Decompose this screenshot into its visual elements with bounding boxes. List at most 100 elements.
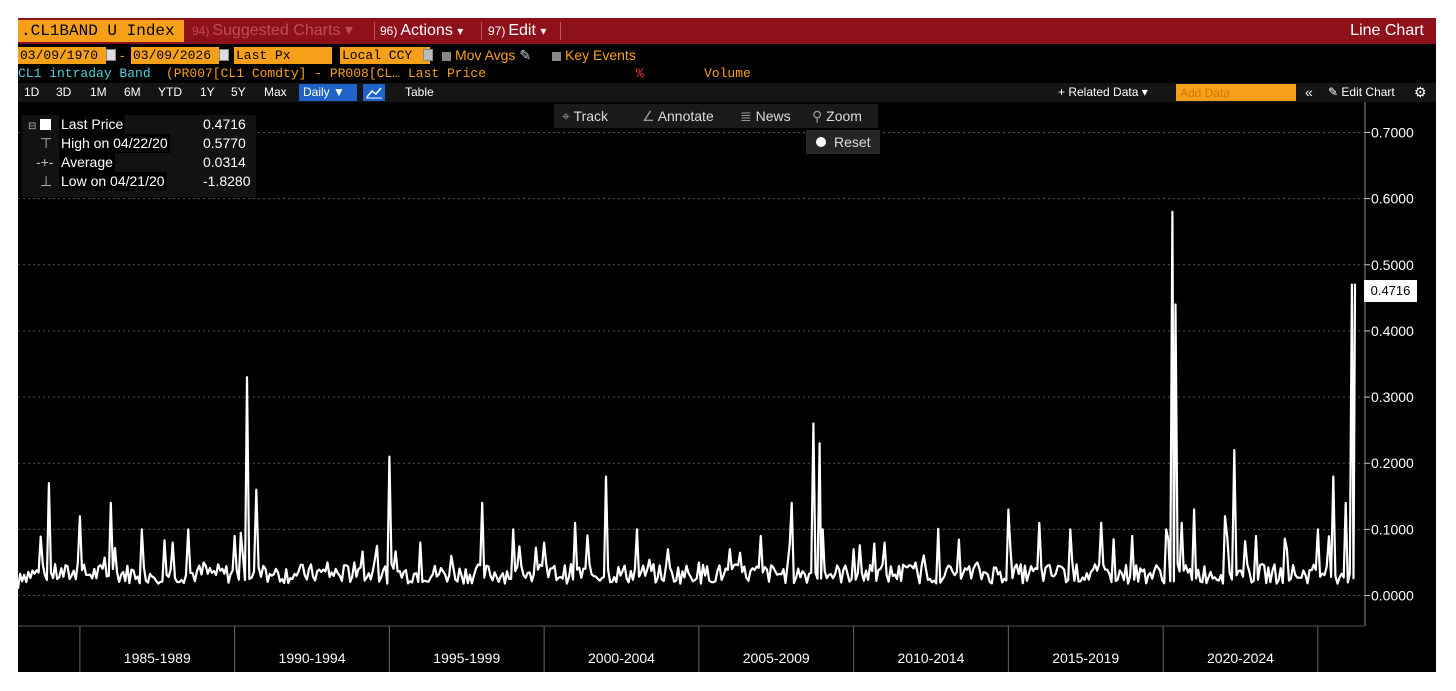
x-tick-label: 1995-1999 <box>433 650 500 666</box>
news-icon: ≣ <box>740 108 752 124</box>
edit-number: 97) <box>488 24 506 38</box>
period-ytd[interactable]: YTD <box>158 83 182 102</box>
range-row: 03/09/1970 - 03/09/2026 Last Px Local CC… <box>18 47 1436 65</box>
legend-label: High on 04/22/20 <box>59 134 170 153</box>
chevron-down-icon: ▾ <box>344 22 353 39</box>
legend-row-low: ⊥ Low on 04/21/20 -1.8280 <box>22 172 256 191</box>
start-date-field[interactable]: 03/09/1970 <box>18 47 106 64</box>
table-button[interactable]: Table <box>405 83 434 102</box>
gear-icon[interactable]: ⚙ <box>1414 83 1427 102</box>
series-swatch <box>40 119 51 130</box>
period-5y[interactable]: 5Y <box>231 83 246 102</box>
ticker-field[interactable]: .CL1BAND U Index <box>18 20 184 42</box>
legend-value: 0.0314 <box>203 154 246 170</box>
title-divider <box>374 22 375 40</box>
actions-label: Actions <box>400 22 453 39</box>
series-field[interactable]: Last Price <box>408 66 486 82</box>
checkbox-icon <box>442 51 451 61</box>
high-marker-icon: ⊤ <box>40 135 53 151</box>
x-tick-label: 2015-2019 <box>1052 650 1119 666</box>
dropdown-arrow-icon[interactable] <box>423 49 433 61</box>
period-1d[interactable]: 1D <box>24 83 39 102</box>
suggested-charts-label: Suggested Charts <box>212 22 341 39</box>
pencil-icon: ✎ <box>519 47 532 63</box>
edit-menu[interactable]: 97) Edit ▾ <box>488 21 546 41</box>
checkbox-icon <box>552 51 561 61</box>
chart-toolbar: 1D 3D 1M 6M YTD 1Y 5Y Max Daily ▼ Table … <box>18 83 1436 102</box>
y-tick-label: 0.4000 <box>1371 323 1414 339</box>
series-line <box>18 210 1357 590</box>
series-formula[interactable]: (PR007[CL1 Comdty] - PR008[CL… <box>166 66 400 82</box>
annotate-icon: ∠ <box>642 108 655 124</box>
line-chart-icon[interactable] <box>363 84 385 101</box>
currency-select[interactable]: Local CCY <box>340 47 430 64</box>
average-marker-icon: -+- <box>36 154 54 170</box>
chevron-down-icon: ▾ <box>457 24 464 38</box>
y-tick-label: 0.5000 <box>1371 257 1414 273</box>
key-events-label: Key Events <box>565 47 636 63</box>
related-data-label: + Related Data <box>1058 85 1139 99</box>
y-tick-label: 0.3000 <box>1371 389 1414 405</box>
news-button[interactable]: ≣ News <box>740 104 791 128</box>
x-tick-label: 2020-2024 <box>1207 650 1274 666</box>
chart-tools-bar: ⌖ Track ∠ Annotate ≣ News ⚲ Zoom <box>554 104 878 128</box>
period-max[interactable]: Max <box>264 83 287 102</box>
calendar-icon[interactable] <box>106 49 116 61</box>
legend-label: Average <box>59 153 115 172</box>
zoom-button[interactable]: ⚲ Zoom <box>812 104 862 128</box>
track-label: Track <box>573 108 609 124</box>
related-data-menu[interactable]: + Related Data ▾ <box>1058 83 1148 102</box>
actions-menu[interactable]: 96) Actions ▾ <box>380 21 463 41</box>
search-icon: ⚲ <box>812 108 823 124</box>
edit-label: Edit <box>508 22 536 39</box>
percent-toggle[interactable]: % <box>636 66 644 82</box>
title-divider <box>481 22 482 40</box>
edit-chart-label: Edit Chart <box>1341 85 1395 99</box>
chart-type-label: Line Chart <box>1350 22 1424 39</box>
mov-avgs-toggle[interactable]: Mov Avgs ✎ <box>442 47 531 64</box>
title-bar: .CL1BAND U Index 94) Suggested Charts ▾ 9… <box>18 18 1436 44</box>
legend-label: Low on 04/21/20 <box>59 172 167 191</box>
reset-button[interactable]: Reset <box>806 130 880 154</box>
key-events-toggle[interactable]: Key Events <box>552 47 636 64</box>
y-axis-ticks: 0.0000 0.1000 0.2000 0.3000 0.4000 0.5000 0.60… <box>1365 124 1414 604</box>
track-button[interactable]: ⌖ Track <box>562 104 608 128</box>
date-dash: - <box>120 47 125 63</box>
end-date-field[interactable]: 03/09/2026 <box>131 47 219 64</box>
reset-label: Reset <box>834 134 871 150</box>
legend-row-high: ⊤ High on 04/22/20 0.5770 <box>22 134 256 153</box>
frequency-select[interactable]: Daily ▼ <box>299 84 357 101</box>
legend-box[interactable]: ⊟ Last Price 0.4716 ⊤ High on 04/22/20 0… <box>22 115 256 197</box>
collapse-button[interactable]: « <box>1305 83 1313 102</box>
zoom-label: Zoom <box>826 108 862 124</box>
x-tick-label: 2005-2009 <box>743 650 810 666</box>
x-tick-label: 1985-1989 <box>124 650 191 666</box>
y-tick-label: 0.7000 <box>1371 124 1414 140</box>
low-marker-icon: ⊥ <box>40 173 53 189</box>
frequency-label: Daily <box>303 85 330 99</box>
annotate-button[interactable]: ∠ Annotate <box>642 104 714 128</box>
x-axis-dividers <box>79 626 1319 672</box>
news-label: News <box>755 108 791 124</box>
series-name[interactable]: CL1 intraday Band <box>18 66 151 82</box>
suggested-charts-menu[interactable]: 94) Suggested Charts ▾ <box>192 21 353 41</box>
crosshair-icon: ⌖ <box>562 108 570 124</box>
period-6m[interactable]: 6M <box>124 83 141 102</box>
calendar-icon[interactable] <box>219 49 229 61</box>
x-tick-label: 1990-1994 <box>279 650 346 666</box>
y-tick-label: 0.0000 <box>1371 588 1414 604</box>
last-price-badge: 0.4716 <box>1364 280 1417 302</box>
add-data-input[interactable] <box>1176 84 1296 101</box>
line-chart-glyph <box>366 87 382 99</box>
series-row: CL1 intraday Band (PR007[CL1 Comdty] - P… <box>18 66 1436 82</box>
y-tick-label: 0.1000 <box>1371 521 1414 537</box>
reset-icon <box>816 137 826 147</box>
edit-chart-button[interactable]: ✎ Edit Chart <box>1328 83 1395 102</box>
legend-row-last-price: ⊟ Last Price 0.4716 <box>22 115 256 134</box>
chart-window: .CL1BAND U Index 94) Suggested Charts ▾ 9… <box>18 18 1436 672</box>
field-select[interactable]: Last Px <box>234 47 332 64</box>
period-1m[interactable]: 1M <box>90 83 107 102</box>
volume-field[interactable]: Volume <box>704 66 751 82</box>
period-3d[interactable]: 3D <box>56 83 71 102</box>
period-1y[interactable]: 1Y <box>200 83 215 102</box>
